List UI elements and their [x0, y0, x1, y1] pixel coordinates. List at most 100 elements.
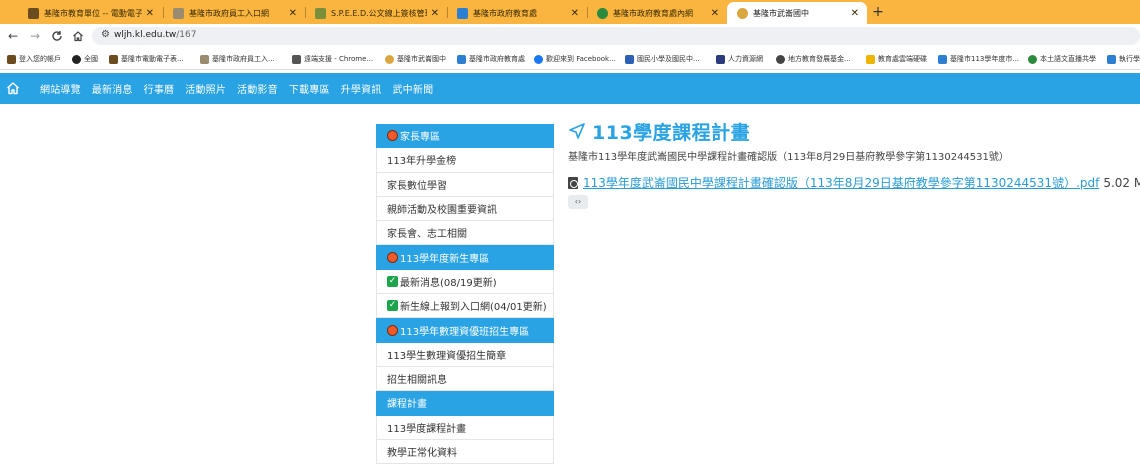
reload-icon[interactable] [49, 28, 65, 44]
wifi-icon [1028, 54, 1037, 64]
facebook-icon [534, 54, 543, 64]
address-bar[interactable]: ⚙ wljh.kl.edu.tw/167 [92, 27, 1140, 45]
bookmark-item[interactable]: 基隆市電動電子表... [109, 53, 184, 65]
sidebar-item[interactable]: 113學度課程計畫 [376, 415, 554, 440]
browser-tab[interactable]: 基隆市政府員工入口網 ✕ [163, 2, 305, 24]
pdf-file-icon [568, 176, 578, 189]
tab-favicon-icon [597, 7, 608, 19]
nav-link-sitemap[interactable]: 網站導覽 [40, 81, 81, 96]
site-info-icon[interactable]: ⚙ [101, 29, 110, 40]
nav-link-videos[interactable]: 活動影音 [237, 81, 278, 96]
browser-tab[interactable]: 基隆市政府教育處內網 ✕ [587, 2, 727, 24]
sidebar-item-label: 招生相關訊息 [387, 375, 447, 387]
tab-title: 基隆市教育單位 -- 電動電子表 [44, 8, 142, 18]
sidebar-item[interactable]: 113年升學金榜 [376, 148, 554, 173]
bookmark-label: 本土語文直播共學 [1040, 55, 1096, 63]
sidebar-item-label: 113學度課程計畫 [387, 423, 467, 435]
sidebar-section-parents[interactable]: 家長專區 [376, 124, 554, 149]
bookmark-favicon-icon [109, 54, 118, 64]
browser-tab-strip: 基隆市教育單位 -- 電動電子表 ✕ 基隆市政府員工入口網 ✕ S.P.E.E.… [0, 0, 1140, 24]
tab-favicon-icon [173, 7, 184, 19]
bookmark-label: 基隆市電動電子表... [121, 55, 184, 63]
new-tab-button[interactable]: + [870, 3, 886, 21]
bookmark-favicon-icon [200, 54, 209, 64]
bookmark-label: 執行學 [1119, 55, 1140, 63]
nav-links: 網站導覽 最新消息 行事曆 活動照片 活動影音 下載專區 升學資訊 武中新聞 [40, 73, 433, 104]
close-icon[interactable]: ✕ [851, 8, 859, 19]
bookmark-item[interactable]: 本土語文直播共學 [1028, 53, 1096, 65]
nav-link-calendar[interactable]: 行事曆 [144, 81, 175, 96]
bookmark-favicon-icon [457, 54, 466, 64]
sidebar-item[interactable]: 教學正常化資料 [376, 439, 554, 464]
checkmark-icon: ✓ [387, 275, 398, 287]
sidebar-section-curriculum[interactable]: 課程計畫 [376, 391, 554, 416]
bookmark-item[interactable]: 教育處雲端硬碟 [866, 53, 927, 65]
bookmark-item[interactable]: 基隆市113學年度市... [938, 53, 1019, 65]
checkmark-icon: ✓ [387, 300, 398, 312]
bookmark-item[interactable]: 基隆市政府員工入... [200, 53, 275, 65]
url-text: wljh.kl.edu.tw/167 [114, 30, 196, 40]
tab-title: S.P.E.E.D.公文線上簽核管理系 [331, 8, 427, 18]
orange-dot-icon [387, 130, 398, 142]
bookmark-favicon-icon [72, 54, 81, 64]
embed-toggle-button[interactable]: ‹› [568, 195, 588, 209]
bookmark-favicon-icon [292, 54, 301, 64]
sidebar-item[interactable]: 家長會、志工相關 [376, 221, 554, 246]
bookmark-item[interactable]: 登入您的帳戶 [7, 53, 61, 65]
bookmark-favicon-icon [1107, 54, 1116, 64]
bookmark-item[interactable]: 遠端支援 - Chrome... [292, 53, 373, 65]
attachment-link[interactable]: 113學年度武崙國民中學課程計畫確認版（113年8月29日基府教學參字第1130… [583, 174, 1099, 191]
bookmark-label: 遠端支援 - Chrome... [304, 55, 374, 63]
browser-tab[interactable]: S.P.E.E.D.公文線上簽核管理系 ✕ [305, 2, 447, 24]
tab-favicon-icon [315, 7, 326, 19]
tab-title: 基隆市政府員工入口網 [189, 8, 269, 18]
browser-tab[interactable]: 基隆市政府教育處 ✕ [447, 2, 587, 24]
bookmark-item[interactable]: 國民小學及國民中... [625, 53, 700, 65]
page-subtitle: 基隆市113學年度武崙國民中學課程計畫確認版（113年8月29日基府教學參字第1… [568, 152, 1009, 163]
bookmark-item[interactable]: 地方教育發展基金... [776, 53, 851, 65]
bookmark-item[interactable]: 全國 [72, 53, 98, 65]
browser-tab-active[interactable]: 基隆市武崙國中 ✕ [727, 2, 867, 24]
nav-link-news[interactable]: 最新消息 [92, 81, 133, 96]
home-icon[interactable] [6, 81, 20, 95]
close-icon[interactable]: ✕ [146, 8, 154, 19]
back-arrow-icon[interactable]: ← [5, 28, 21, 44]
close-icon[interactable]: ✕ [431, 8, 439, 19]
sidebar-item[interactable]: ✓ 最新消息(08/19更新) [376, 269, 554, 295]
close-icon[interactable]: ✕ [289, 8, 297, 19]
browser-home-icon[interactable] [70, 28, 86, 44]
sidebar-item[interactable]: 113學生數理資優招生簡章 [376, 342, 554, 367]
nav-link-photos[interactable]: 活動照片 [185, 81, 226, 96]
main-content: 113學度課程計畫 基隆市113學年度武崙國民中學課程計畫確認版（113年8月2… [568, 118, 1140, 209]
site-navbar: 網站導覽 最新消息 行事曆 活動照片 活動影音 下載專區 升學資訊 武中新聞 [0, 73, 1140, 104]
browser-tab[interactable]: 基隆市教育單位 -- 電動電子表 ✕ [18, 2, 162, 24]
sidebar-section-label: 113學年度新生專區 [400, 253, 490, 265]
sidebar-item[interactable]: ✓ 新生線上報到入口網(04/01更新) [376, 294, 554, 319]
bookmark-label: 登入您的帳戶 [19, 55, 61, 63]
bookmark-item[interactable]: 基隆市武崙國中 [385, 53, 446, 65]
bookmarks-bar: 登入您的帳戶 全國 基隆市電動電子表... 基隆市政府員工入... 遠端支援 -… [0, 48, 1140, 70]
sidebar-section-new-students[interactable]: 113學年度新生專區 [376, 245, 554, 270]
tab-favicon-icon [28, 7, 39, 19]
nav-link-admissions[interactable]: 升學資訊 [341, 81, 382, 96]
bookmark-item[interactable]: 歡迎來到 Facebook... [534, 53, 616, 65]
close-icon[interactable]: ✕ [711, 8, 719, 19]
forward-arrow-icon[interactable]: → [27, 28, 43, 44]
bookmark-item[interactable]: 基隆市政府教育處 [457, 53, 525, 65]
bookmark-item[interactable]: 人力資源網 [716, 53, 763, 65]
bookmark-label: 教育處雲端硬碟 [878, 55, 927, 63]
sidebar-item[interactable]: 家長數位學習 [376, 172, 554, 197]
sidebar-item[interactable]: 親師活動及校園重要資訊 [376, 196, 554, 222]
sidebar-item[interactable]: 招生相關訊息 [376, 366, 554, 392]
sidebar-section-gifted-class[interactable]: 113學年數理資優班招生專區 [376, 318, 554, 343]
sidebar-menu: 家長專區 113年升學金榜 家長數位學習 親師活動及校園重要資訊 家長會、志工相… [376, 124, 554, 464]
page-title: 113學度課程計畫 [592, 121, 751, 144]
bookmark-item[interactable]: 執行學 [1107, 53, 1140, 65]
nav-link-downloads[interactable]: 下載專區 [289, 81, 330, 96]
browser-toolbar: ← → ⚙ wljh.kl.edu.tw/167 [0, 24, 1140, 48]
sidebar-section-label: 課程計畫 [387, 399, 427, 411]
orange-dot-icon [387, 251, 398, 263]
sidebar-section-label: 113學年數理資優班招生專區 [400, 326, 530, 338]
nav-link-school-news[interactable]: 武中新聞 [392, 81, 433, 96]
close-icon[interactable]: ✕ [571, 8, 579, 19]
